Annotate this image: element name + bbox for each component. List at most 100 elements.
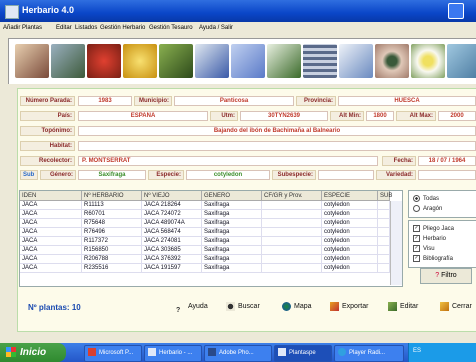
table-cell[interactable]: JACA [20, 201, 82, 210]
table-cell[interactable] [378, 237, 390, 246]
table-cell[interactable]: R156850 [82, 246, 142, 255]
menu-gestion-herbario[interactable]: Gestión Herbario [100, 25, 145, 31]
herbarium-sheet-icon[interactable] [267, 44, 301, 78]
map-button[interactable]: Mapa [282, 298, 312, 316]
table-cell[interactable]: JACA 191597 [142, 264, 202, 273]
alt-min-field[interactable]: 1800 [366, 111, 394, 121]
table-cell[interactable] [262, 210, 322, 219]
table-cell[interactable]: JACA 489074A [142, 219, 202, 228]
search-button[interactable]: Buscar [226, 298, 260, 316]
col-header-num-viejo[interactable]: Nº VIEJO [142, 191, 202, 201]
col-header-sub[interactable]: SUB [378, 191, 392, 201]
table-cell[interactable]: Saxifraga [202, 246, 262, 255]
daisy-photo-icon[interactable] [411, 44, 445, 78]
results-table[interactable]: IDEN Nº HERBARIO Nº VIEJO GENERO CF/GR y… [19, 190, 403, 287]
menu-gestion-tesauro[interactable]: Gestión Tesauro [149, 25, 193, 31]
table-cell[interactable]: Saxifraga [202, 255, 262, 264]
plant-photo-icon[interactable] [159, 44, 193, 78]
table-cell[interactable]: JACA 376392 [142, 255, 202, 264]
table-cell[interactable]: JACA [20, 264, 82, 273]
table-cell[interactable] [262, 201, 322, 210]
yellow-flower-photo-icon[interactable] [123, 44, 157, 78]
table-cell[interactable]: JACA [20, 255, 82, 264]
menu-ayuda-salir[interactable]: Ayuda / Salir [199, 25, 233, 31]
table-cell[interactable]: JACA [20, 228, 82, 237]
pine-photo-icon[interactable] [51, 44, 85, 78]
table-cell[interactable] [378, 210, 390, 219]
language-indicator[interactable]: ES [413, 348, 421, 354]
menu-listados[interactable]: Listados [75, 25, 97, 31]
table-cell[interactable] [378, 219, 390, 228]
task-microsoft[interactable]: Microsoft P... [84, 345, 142, 362]
table-cell[interactable]: Saxifraga [202, 201, 262, 210]
table-cell[interactable] [378, 264, 390, 273]
eye-photo-icon[interactable] [375, 44, 409, 78]
edit-button[interactable]: Editar [388, 298, 418, 316]
table-cell[interactable]: JACA 568474 [142, 228, 202, 237]
municipio-field[interactable]: Panticosa [174, 96, 294, 106]
table-cell[interactable] [262, 237, 322, 246]
filter-button[interactable]: ? Filtro [420, 268, 472, 284]
close-button[interactable]: Cerrar [440, 298, 472, 316]
toponimo-field[interactable]: Bajando del ibón de Bachimaña al Balnear… [78, 126, 476, 136]
especie-field[interactable]: cotyledon [186, 170, 270, 180]
table-cell[interactable]: Saxifraga [202, 228, 262, 237]
table-cell[interactable]: JACA [20, 237, 82, 246]
col-header-cf-gr[interactable]: CF/GR y Prov. [262, 191, 322, 201]
butterfly-photo-icon[interactable] [447, 44, 476, 78]
fecha-field[interactable]: 18 / 07 / 1964 [418, 156, 476, 166]
subespecie-field[interactable] [318, 170, 374, 180]
table-cell[interactable]: R76496 [82, 228, 142, 237]
menu-editar[interactable]: Editar [56, 25, 72, 31]
table-cell[interactable]: cotyledon [322, 219, 378, 228]
table-cell[interactable] [262, 264, 322, 273]
task-herbario[interactable]: Herbario - ... [144, 345, 202, 362]
table-cell[interactable]: R60701 [82, 210, 142, 219]
pais-field[interactable]: ESPAÑA [78, 111, 208, 121]
table-cell[interactable] [378, 201, 390, 210]
habitat-field[interactable] [78, 141, 476, 151]
grid-map-icon[interactable] [303, 44, 337, 78]
alt-max-field[interactable]: 2000 [438, 111, 476, 121]
documents-photo-icon[interactable] [231, 44, 265, 78]
minimize-button[interactable] [448, 3, 464, 19]
table-cell[interactable] [262, 228, 322, 237]
table-cell[interactable]: JACA 218264 [142, 201, 202, 210]
export-button[interactable]: Exportar [330, 298, 368, 316]
table-cell[interactable] [378, 246, 390, 255]
genero-field[interactable]: Saxifraga [78, 170, 146, 180]
table-cell[interactable]: cotyledon [322, 228, 378, 237]
check-bibliografia[interactable]: ✓ Bibliografía [413, 255, 453, 262]
table-cell[interactable] [262, 255, 322, 264]
numero-parada-field[interactable]: 1983 [78, 96, 132, 106]
table-cell[interactable] [262, 219, 322, 228]
book-photo-icon[interactable] [195, 44, 229, 78]
recolector-field[interactable]: P. MONTSERRAT [78, 156, 378, 166]
provincia-field[interactable]: HUESCA [338, 96, 476, 106]
task-adobe[interactable]: Adobe Pho... [204, 345, 272, 362]
col-header-genero[interactable]: GENERO [202, 191, 262, 201]
table-cell[interactable]: JACA [20, 210, 82, 219]
table-cell[interactable]: cotyledon [322, 201, 378, 210]
table-cell[interactable]: JACA [20, 246, 82, 255]
check-pliego-jaca[interactable]: ✓ Pliego Jaca [413, 225, 454, 232]
table-cell[interactable]: cotyledon [322, 264, 378, 273]
variedad-field[interactable] [418, 170, 476, 180]
table-cell[interactable]: JACA [20, 219, 82, 228]
col-header-num-herbario[interactable]: Nº HERBARIO [82, 191, 142, 201]
help-button[interactable]: ? Ayuda [176, 298, 208, 316]
col-header-iden[interactable]: IDEN [20, 191, 82, 201]
table-cell[interactable]: Saxifraga [202, 219, 262, 228]
table-cell[interactable] [378, 255, 390, 264]
task-player-radio[interactable]: Player Radi... [334, 345, 404, 362]
table-cell[interactable]: R11113 [82, 201, 142, 210]
check-visu[interactable]: ✓ Visu [413, 245, 435, 252]
radio-aragon[interactable]: Aragón [413, 205, 442, 212]
table-cell[interactable]: R235516 [82, 264, 142, 273]
radio-todas[interactable]: Todas [413, 195, 439, 202]
table-cell[interactable]: R117372 [82, 237, 142, 246]
sub-label[interactable]: Sub [20, 170, 38, 180]
table-cell[interactable]: R75648 [82, 219, 142, 228]
brush-icon[interactable] [339, 44, 373, 78]
utm-field[interactable]: 30TYN2639 [240, 111, 328, 121]
